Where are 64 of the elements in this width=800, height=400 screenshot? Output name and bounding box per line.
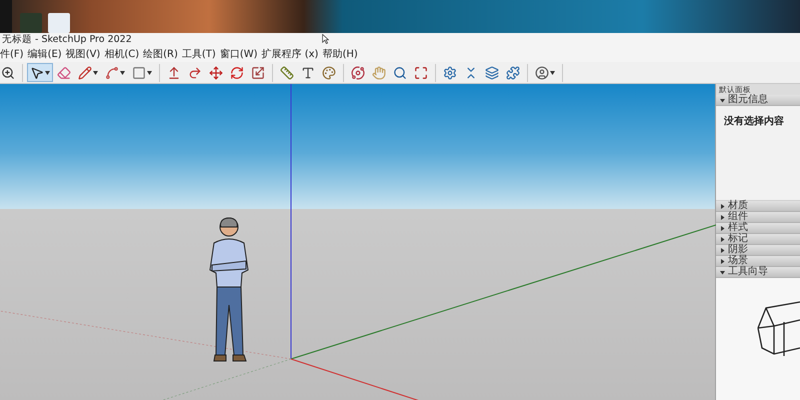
layers-icon xyxy=(485,66,499,80)
panel-section-header[interactable]: 组件 xyxy=(716,212,800,223)
section-label: 图元信息 xyxy=(728,95,768,105)
section-label: 场景 xyxy=(728,256,748,266)
rectangle-icon xyxy=(132,66,146,80)
pointer-icon xyxy=(30,66,44,80)
push-pull-icon xyxy=(167,66,181,80)
paint-palette-icon xyxy=(322,66,336,80)
orbit-icon xyxy=(351,66,365,80)
panel-section-header[interactable]: 材质 xyxy=(716,201,800,212)
collapsed-triangle-icon xyxy=(720,214,725,220)
panel-section-header[interactable]: 图元信息 xyxy=(716,95,800,106)
rotate-icon xyxy=(230,66,244,80)
tape-measure-icon xyxy=(280,66,294,80)
gear-icon xyxy=(443,66,457,80)
expanded-triangle-icon xyxy=(720,98,725,102)
collapsed-triangle-icon xyxy=(720,258,725,264)
panel-section-header[interactable]: 标记 xyxy=(716,234,800,245)
zoom-icon xyxy=(1,66,15,80)
collapsed-triangle-icon xyxy=(720,204,725,208)
menu-item[interactable]: 相机(C) xyxy=(104,46,140,60)
text-icon xyxy=(301,66,315,80)
menu-item[interactable]: 窗口(W) xyxy=(220,46,258,60)
section-label: 材质 xyxy=(728,201,748,211)
collapsed-triangle-icon xyxy=(720,226,725,230)
section-label: 样式 xyxy=(728,223,748,233)
puzzle-icon xyxy=(506,66,520,80)
caret-icon xyxy=(550,70,555,74)
section-label: 标记 xyxy=(728,234,748,244)
caret-icon xyxy=(120,70,125,74)
pencil-icon xyxy=(78,66,92,80)
toolbar-button[interactable] xyxy=(27,63,53,82)
section-label: 工具向导 xyxy=(728,267,768,277)
panel-section-header[interactable]: 工具向导 xyxy=(716,267,800,278)
expanded-triangle-icon xyxy=(720,270,725,274)
scale-icon xyxy=(251,66,265,80)
zoom-extents-icon xyxy=(414,66,428,80)
eraser-icon xyxy=(57,66,71,80)
entity-info-text: 没有选择内容 xyxy=(724,116,784,127)
caret-icon xyxy=(45,70,50,74)
search-icon xyxy=(393,66,407,80)
panel-section-header[interactable]: 样式 xyxy=(716,223,800,234)
collapsed-triangle-icon xyxy=(720,236,725,242)
curved-arrow-icon xyxy=(188,66,202,80)
arc-icon xyxy=(105,66,119,80)
section-label: 阴影 xyxy=(728,245,748,255)
panel-section-header[interactable]: 场景 xyxy=(716,256,800,267)
caret-icon xyxy=(93,70,98,74)
menu-item[interactable]: 扩展程序 (x) xyxy=(262,46,318,60)
caret-icon xyxy=(147,70,152,74)
menu-item[interactable]: 编辑(E) xyxy=(28,46,62,60)
house-drawing xyxy=(756,300,800,356)
menu-item[interactable]: 帮助(H) xyxy=(322,46,358,60)
window-title: 无标题 - SketchUp Pro 2022 xyxy=(2,32,132,46)
panel-section-header[interactable]: 阴影 xyxy=(716,245,800,256)
menu-item[interactable]: 件(F) xyxy=(0,46,24,60)
collapsed-triangle-icon xyxy=(720,248,725,252)
user-icon xyxy=(535,66,549,80)
hand-icon xyxy=(372,66,386,80)
menu-item[interactable]: 工具(T) xyxy=(182,46,216,60)
menu-item[interactable]: 视图(V) xyxy=(66,46,100,60)
move-icon xyxy=(209,66,223,80)
menu-item[interactable]: 绘图(R) xyxy=(143,46,178,60)
section-label: 组件 xyxy=(728,212,748,222)
